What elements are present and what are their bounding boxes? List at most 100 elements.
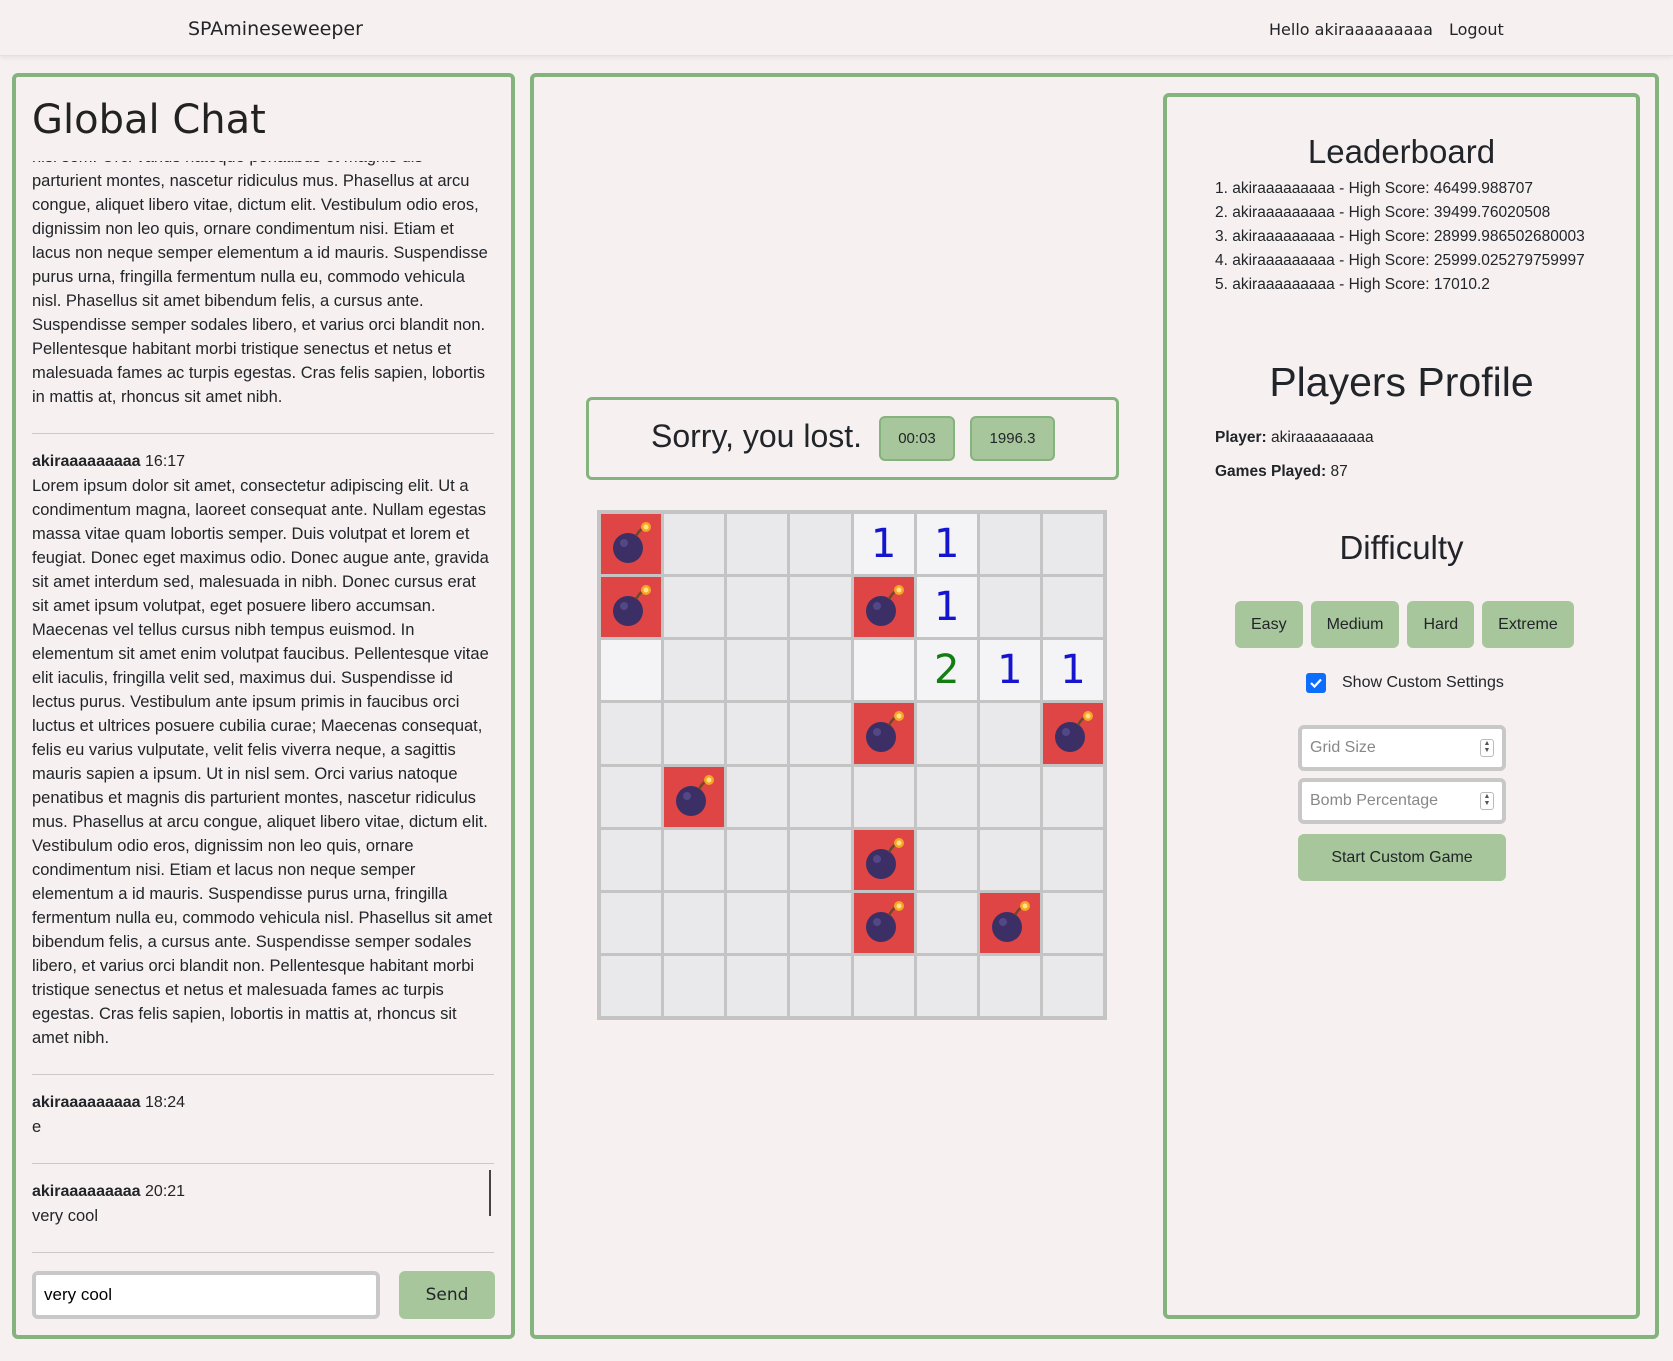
board-cell[interactable] — [790, 892, 851, 953]
board-cell[interactable] — [664, 829, 725, 890]
board-cell[interactable] — [664, 955, 725, 1016]
board-cell[interactable] — [916, 892, 977, 953]
board-cell[interactable] — [664, 640, 725, 701]
board-cell[interactable] — [1042, 829, 1103, 890]
board-cell[interactable] — [601, 703, 662, 764]
board-cell[interactable] — [727, 766, 788, 827]
board-cell[interactable] — [853, 703, 914, 764]
board-cell[interactable] — [916, 955, 977, 1016]
chat-message-author: akiraaaaaaaaa — [32, 1094, 141, 1111]
logout-link[interactable]: Logout — [1449, 20, 1504, 39]
player-value: akiraaaaaaaaa — [1271, 429, 1374, 446]
difficulty-medium-button[interactable]: Medium — [1310, 601, 1400, 648]
board-cell[interactable] — [727, 829, 788, 890]
board-cell[interactable] — [664, 703, 725, 764]
board-cell[interactable] — [916, 829, 977, 890]
board-cell[interactable] — [601, 955, 662, 1016]
board-cell[interactable] — [979, 514, 1040, 575]
chat-title: Global Chat — [32, 97, 266, 143]
board-cell[interactable]: 1 — [979, 640, 1040, 701]
board-cell[interactable] — [727, 640, 788, 701]
board-cell[interactable]: 1 — [916, 514, 977, 575]
chat-message: ante ipsum primis in faucibus orci luctu… — [32, 161, 494, 434]
board-cell[interactable] — [979, 892, 1040, 953]
leaderboard-entry: 2. akiraaaaaaaaa - High Score: 39499.760… — [1215, 204, 1551, 221]
board-cell[interactable] — [664, 577, 725, 638]
board-cell[interactable] — [1042, 703, 1103, 764]
grid-size-input[interactable]: Grid Size ▲ ▼ — [1298, 725, 1506, 771]
bomb-percentage-input[interactable]: Bomb Percentage ▲ ▼ — [1298, 778, 1506, 824]
show-custom-settings-toggle[interactable]: Show Custom Settings — [1306, 673, 1504, 693]
difficulty-hard-button[interactable]: Hard — [1407, 601, 1475, 648]
board-cell[interactable] — [916, 703, 977, 764]
chat-message-text: e — [32, 1118, 42, 1136]
difficulty-buttons: Easy Medium Hard Extreme — [1235, 601, 1574, 648]
board-cell[interactable] — [979, 703, 1040, 764]
board-cell[interactable] — [601, 514, 662, 575]
board-cell[interactable] — [727, 955, 788, 1016]
board-cell[interactable] — [1042, 892, 1103, 953]
board-cell[interactable] — [853, 829, 914, 890]
board-cell[interactable] — [853, 892, 914, 953]
board-cell[interactable]: 2 — [916, 640, 977, 701]
board-cell[interactable]: 1 — [853, 514, 914, 575]
board-cell[interactable] — [790, 766, 851, 827]
board-cell[interactable] — [1042, 766, 1103, 827]
board-cell[interactable] — [664, 766, 725, 827]
difficulty-title: Difficulty — [1339, 529, 1464, 566]
start-custom-game-button[interactable]: Start Custom Game — [1298, 834, 1506, 881]
bomb-icon — [865, 585, 904, 627]
chat-message-meta: akiraaaaaaaaa 18:24 — [32, 1091, 494, 1115]
board-cell[interactable] — [790, 955, 851, 1016]
difficulty-easy-button[interactable]: Easy — [1235, 601, 1303, 648]
spinner-icon[interactable]: ▲ ▼ — [1480, 739, 1494, 757]
spinner-icon[interactable]: ▲ ▼ — [1480, 792, 1494, 810]
board-cell[interactable] — [916, 766, 977, 827]
board-cell[interactable] — [1042, 577, 1103, 638]
board-cell[interactable] — [979, 829, 1040, 890]
board-cell[interactable] — [601, 577, 662, 638]
board-cell[interactable] — [790, 514, 851, 575]
board-cell[interactable] — [727, 892, 788, 953]
board-cell[interactable] — [979, 577, 1040, 638]
board-cell[interactable] — [1042, 955, 1103, 1016]
chat-messages-scroll[interactable]: ante ipsum primis in faucibus orci luctu… — [32, 161, 494, 1253]
player-label: Player: — [1215, 429, 1267, 446]
board-cell[interactable] — [601, 892, 662, 953]
chat-panel: Global Chat ante ipsum primis in faucibu… — [12, 73, 515, 1339]
board-cell[interactable] — [727, 703, 788, 764]
board-cell[interactable] — [853, 955, 914, 1016]
show-custom-settings-checkbox[interactable] — [1306, 673, 1326, 693]
player-name-row: Player: akiraaaaaaaaa — [1215, 429, 1374, 447]
board-cell[interactable] — [790, 640, 851, 701]
board-cell[interactable] — [790, 577, 851, 638]
leaderboard-entry: 5. akiraaaaaaaaa - High Score: 17010.2 — [1215, 276, 1490, 293]
board-cell[interactable] — [727, 577, 788, 638]
board-cell[interactable] — [601, 640, 662, 701]
bomb-icon — [676, 774, 715, 816]
check-icon — [1310, 678, 1322, 689]
games-played-label: Games Played: — [1215, 463, 1327, 480]
board-cell[interactable] — [601, 766, 662, 827]
board-cell[interactable] — [853, 577, 914, 638]
board-cell[interactable] — [727, 514, 788, 575]
board-cell[interactable] — [979, 955, 1040, 1016]
top-navbar: SPAmineseweeper Hello akiraaaaaaaaa Logo… — [0, 0, 1673, 56]
board-cell[interactable] — [664, 892, 725, 953]
chat-scrollbar[interactable] — [489, 1170, 491, 1216]
board-cell[interactable] — [979, 766, 1040, 827]
board-cell[interactable]: 1 — [916, 577, 977, 638]
difficulty-extreme-button[interactable]: Extreme — [1482, 601, 1574, 648]
chat-message-list: ante ipsum primis in faucibus orci luctu… — [32, 161, 494, 1253]
board-cell[interactable] — [853, 766, 914, 827]
board-cell[interactable] — [790, 703, 851, 764]
send-button[interactable]: Send — [399, 1271, 495, 1319]
board-cell[interactable] — [1042, 514, 1103, 575]
chat-message-input[interactable] — [32, 1271, 380, 1319]
board-cell[interactable] — [664, 514, 725, 575]
board-cell[interactable]: 1 — [1042, 640, 1103, 701]
board-cell[interactable] — [601, 829, 662, 890]
board-cell[interactable] — [853, 640, 914, 701]
brand-title[interactable]: SPAmineseweeper — [188, 18, 363, 40]
board-cell[interactable] — [790, 829, 851, 890]
